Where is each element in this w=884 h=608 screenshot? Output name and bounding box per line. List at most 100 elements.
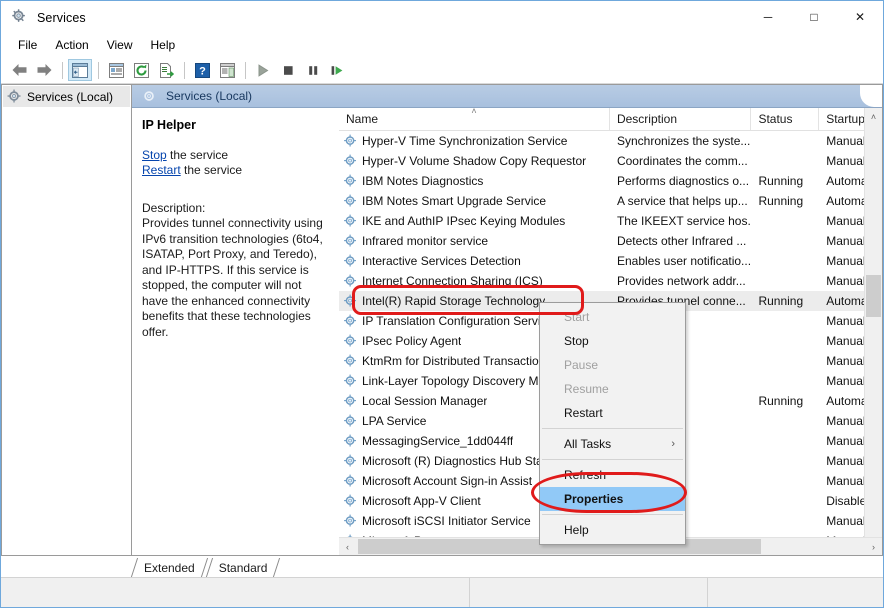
column-header-status[interactable]: Status [751, 108, 819, 130]
service-name-label: LPA Service [362, 414, 426, 428]
stop-service-line: Stop the service [142, 148, 329, 164]
context-menu-item-stop[interactable]: Stop [540, 329, 685, 353]
column-header-description-label: Description [617, 112, 677, 126]
service-name-label: Microsoft (R) Diagnostics Hub Sta [362, 454, 543, 468]
start-service-icon[interactable] [251, 59, 275, 81]
stop-service-link[interactable]: Stop [142, 148, 167, 162]
cell-description: Coordinates the comm... [610, 154, 751, 168]
service-name-label: Local Session Manager [362, 394, 487, 408]
vertical-scroll-thumb[interactable] [866, 275, 881, 317]
context-menu-item-restart[interactable]: Restart [540, 401, 685, 425]
restart-service-icon[interactable] [326, 59, 350, 81]
service-gear-icon [343, 214, 358, 228]
cell-name: IBM Notes Smart Upgrade Service [339, 194, 610, 208]
context-menu-item-label: Stop [564, 334, 589, 348]
minimize-button[interactable]: ─ [745, 1, 791, 33]
pause-service-icon[interactable] [301, 59, 325, 81]
cell-name: IKE and AuthIP IPsec Keying Modules [339, 214, 610, 228]
menu-view[interactable]: View [98, 36, 142, 54]
column-header-description[interactable]: Description [610, 108, 751, 130]
description-text: Provides tunnel connectivity using IPv6 … [142, 216, 329, 340]
cell-description: Synchronizes the syste... [610, 134, 751, 148]
context-menu-item-start: Start [540, 305, 685, 329]
context-menu-separator [542, 514, 683, 515]
menu-bar: File Action View Help [1, 34, 883, 57]
help-icon[interactable]: ? [190, 59, 214, 81]
menu-help[interactable]: Help [142, 36, 185, 54]
table-row[interactable]: IBM Notes DiagnosticsPerforms diagnostic… [339, 171, 882, 191]
table-row[interactable]: Interactive Services DetectionEnables us… [339, 251, 882, 271]
content-area: Services (Local) Services (Local) IP Hel… [1, 84, 883, 556]
service-name-label: Hyper-V Volume Shadow Copy Requestor [362, 154, 586, 168]
table-row[interactable]: Internet Connection Sharing (ICS) Provide… [339, 271, 882, 291]
service-name-label: Internet Connection Sharing (ICS) [362, 274, 543, 288]
toolbar-separator [245, 62, 246, 79]
tab-extended[interactable]: Extended [131, 558, 206, 577]
service-gear-icon [343, 334, 358, 348]
context-menu-item-all-tasks[interactable]: All Tasks› [540, 432, 685, 456]
service-gear-icon [343, 434, 358, 448]
status-bar-cell-2 [470, 578, 708, 607]
close-button[interactable]: ✕ [837, 1, 883, 33]
maximize-button[interactable]: □ [791, 1, 837, 33]
service-gear-icon [343, 234, 358, 248]
menu-file[interactable]: File [9, 36, 46, 54]
service-name-label: Link-Layer Topology Discovery M [362, 374, 539, 388]
menu-action[interactable]: Action [46, 36, 97, 54]
table-row[interactable]: Hyper-V Volume Shadow Copy Requestor Coor… [339, 151, 882, 171]
toolbar-separator [62, 62, 63, 79]
scroll-left-arrow-icon[interactable]: ‹ [339, 538, 356, 555]
column-header-startup-label: Startup [826, 112, 865, 126]
service-gear-icon [343, 354, 358, 368]
context-menu-item-refresh[interactable]: Refresh [540, 463, 685, 487]
forward-icon[interactable] [32, 59, 56, 81]
toolbar-separator [184, 62, 185, 79]
status-bar-cell-3 [708, 578, 883, 607]
context-menu-item-help[interactable]: Help [540, 518, 685, 542]
cell-description: Detects other Infrared ... [610, 234, 751, 248]
back-icon[interactable] [7, 59, 31, 81]
description-label: Description: [142, 201, 329, 217]
column-header-name[interactable]: ˄ Name [339, 108, 610, 130]
vertical-scroll-track[interactable] [865, 125, 882, 538]
context-menu-item-label: Refresh [564, 468, 606, 482]
show-hide-action-pane-icon[interactable] [215, 59, 239, 81]
cell-description: A service that helps up... [610, 194, 751, 208]
show-hide-console-tree-icon[interactable] [68, 59, 92, 81]
table-row[interactable]: IKE and AuthIP IPsec Keying ModulesThe I… [339, 211, 882, 231]
refresh-icon[interactable] [129, 59, 153, 81]
restart-service-line: Restart the service [142, 163, 329, 179]
export-list-icon[interactable] [154, 59, 178, 81]
service-action-links: Stop the service Restart the service [142, 148, 329, 179]
cell-name: Hyper-V Time Synchronization Service [339, 134, 610, 148]
window-controls: ─ □ ✕ [745, 1, 883, 34]
status-bar [1, 577, 883, 607]
table-row[interactable]: Infrared monitor serviceDetects other In… [339, 231, 882, 251]
table-row[interactable]: Hyper-V Time Synchronization ServiceSync… [339, 131, 882, 151]
cell-description: Provides network addr... [610, 274, 751, 288]
context-menu-item-properties[interactable]: Properties [540, 487, 685, 511]
service-gear-icon [343, 314, 358, 328]
service-context-menu[interactable]: StartStopPauseResumeRestartAll Tasks›Ref… [539, 302, 686, 545]
context-menu-item-label: Pause [564, 358, 598, 372]
table-row[interactable]: IBM Notes Smart Upgrade ServiceA service… [339, 191, 882, 211]
context-menu-separator [542, 428, 683, 429]
sort-ascending-icon: ˄ [471, 107, 476, 116]
cell-status: Running [751, 194, 819, 208]
scroll-up-arrow-icon[interactable]: ˄ [865, 108, 882, 125]
restart-service-suffix: the service [181, 163, 242, 177]
services-gear-icon [12, 9, 29, 26]
service-gear-icon [343, 174, 358, 188]
list-vertical-scrollbar[interactable]: ˄ ˅ [864, 108, 882, 555]
tree-item-services-local[interactable]: Services (Local) [3, 86, 130, 107]
restart-service-link[interactable]: Restart [142, 163, 181, 177]
scroll-right-arrow-icon[interactable]: › [865, 538, 882, 555]
stop-service-icon[interactable] [276, 59, 300, 81]
details-pane: Services (Local) IP Helper Stop the serv… [131, 84, 883, 556]
service-gear-icon [343, 514, 358, 528]
tab-standard[interactable]: Standard [206, 558, 279, 577]
properties-icon[interactable] [104, 59, 128, 81]
console-tree-pane: Services (Local) [1, 84, 131, 556]
services-gear-icon [142, 89, 157, 104]
toolbar-separator [98, 62, 99, 79]
